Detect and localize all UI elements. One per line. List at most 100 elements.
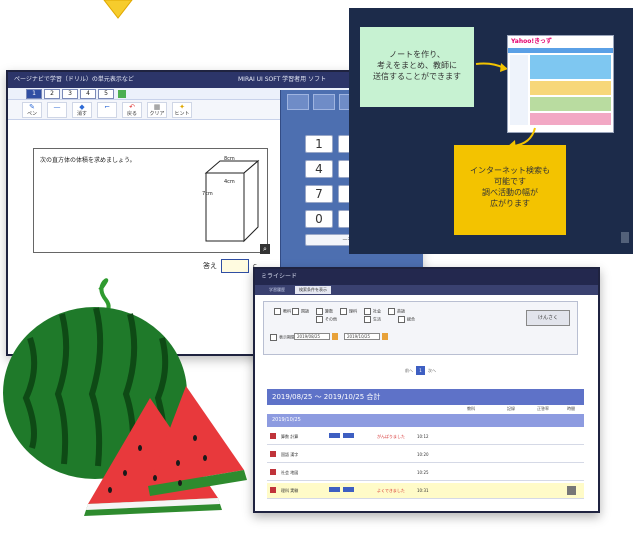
dim-width: 4cm <box>224 179 235 185</box>
site-sidebar <box>510 55 528 125</box>
right-arrow-icon <box>475 62 508 72</box>
row-note: がんばりました <box>377 434 405 439</box>
summary-title: 2019/08/25 ～ 2019/10/25 合計 <box>272 393 381 401</box>
calendar-icon[interactable] <box>382 333 388 340</box>
site-block-2 <box>530 97 611 111</box>
question-text: 次の直方体の体積を求めましょう。 <box>40 157 136 164</box>
key-1[interactable]: 1 <box>305 135 333 153</box>
search-button[interactable]: けんさく <box>526 310 570 326</box>
pager-prev[interactable]: 前へ <box>405 368 413 374</box>
note-line-2: 考えをまとめ、教師に <box>377 61 457 70</box>
row-label: 国語 漢字 <box>281 452 299 457</box>
filter-panel: 教科 国語 算数 理科 社会 英語 その他 生活 総合 けんさく 表示期間 20… <box>263 301 578 355</box>
pencil-icon: ✎ <box>29 102 35 111</box>
tab-2[interactable]: 2 <box>44 88 60 99</box>
tab-search-conditions[interactable]: 検索条件を表示 <box>295 286 331 294</box>
zoom-icon[interactable]: ⌕ <box>260 244 270 254</box>
table-row[interactable]: 算数 計算 がんばりました 10:12 <box>267 429 584 445</box>
key-0[interactable]: 0 <box>305 210 333 228</box>
red-marker-icon <box>270 469 276 475</box>
pager-next[interactable]: 次へ <box>428 368 436 374</box>
red-marker-icon <box>270 487 276 493</box>
browser-screenshot: Yahoo!きっず <box>507 35 614 133</box>
table-row[interactable]: 理科 実験 よくできました 10:31 <box>267 483 584 499</box>
site-block-3 <box>530 113 611 125</box>
inet-line-2: 可能です <box>494 177 526 186</box>
check-seikatsu[interactable]: 生活 <box>364 316 381 323</box>
down-arrow-icon <box>103 0 133 19</box>
tab-3[interactable]: 3 <box>62 88 78 99</box>
cursor-icon: ⌐ <box>104 102 110 111</box>
quiz-title: ページナビで学習（ドリル）の単元表示など <box>14 76 134 83</box>
col-time: 時間 <box>567 406 575 411</box>
answer-input[interactable] <box>221 259 249 273</box>
inet-line-3: 調べ活動の幅が <box>482 188 538 197</box>
question-box: 次の直方体の体積を求めましょう。 7cm 4cm 8cm ⌕ <box>33 148 270 254</box>
undo-button[interactable]: ↶ 戻る <box>122 101 142 118</box>
site-logo: Yahoo!きっず <box>508 36 613 48</box>
calendar-icon[interactable] <box>332 333 338 340</box>
site-banner <box>530 55 611 79</box>
red-marker-icon <box>270 433 276 439</box>
tab-history[interactable]: 学習履歴 <box>265 286 289 294</box>
slide-panel: ノートを作り、 考えをまとめ、教師に 送信することができます Yahoo!きっず… <box>349 8 633 254</box>
col-subject: 教科 <box>467 406 475 411</box>
key-7[interactable]: 7 <box>305 185 333 203</box>
inet-line-1: インターネット検索も <box>470 166 550 175</box>
day-bar: 2019/10/25 <box>267 414 584 427</box>
eraser-tool-button[interactable]: ◆ 消す <box>72 101 92 118</box>
note-line-1: ノートを作り、 <box>389 50 445 59</box>
row-label: 社会 地図 <box>281 470 299 475</box>
tag-badge <box>343 433 354 438</box>
tab-5[interactable]: 5 <box>98 88 114 99</box>
check-rika[interactable]: 理科 <box>340 308 357 315</box>
row-time: 10:25 <box>417 470 429 475</box>
trash-icon[interactable] <box>621 232 629 243</box>
scroll-button[interactable] <box>567 486 576 495</box>
row-label: 算数 計算 <box>281 434 299 439</box>
row-label: 理科 実験 <box>281 488 299 493</box>
key-4[interactable]: 4 <box>305 160 333 178</box>
check-sansu[interactable]: 算数 <box>316 308 333 315</box>
note-line-3: 送信することができます <box>373 72 461 81</box>
history-window: ミライシード 学習履歴 検索条件を表示 教科 国語 算数 理科 社会 英語 その… <box>253 267 600 513</box>
internet-callout: インターネット検索も 可能です 調べ活動の幅が 広がります <box>454 145 566 235</box>
note-callout: ノートを作り、 考えをまとめ、教師に 送信することができます <box>360 27 474 107</box>
line-icon: — <box>53 102 61 111</box>
col-rate: 正答率 <box>537 406 549 411</box>
check-eigo[interactable]: 英語 <box>388 308 405 315</box>
pencil-tool-button[interactable]: ✎ ペン <box>22 101 42 118</box>
site-block-1 <box>530 81 611 95</box>
clear-icon: ▦ <box>153 102 161 111</box>
table-row[interactable]: 社会 地図 10:25 <box>267 465 584 481</box>
check-shakai[interactable]: 社会 <box>364 308 381 315</box>
line-tool-button[interactable]: — <box>47 101 67 118</box>
history-titlebar: ミライシード <box>255 269 598 285</box>
check-sogo[interactable]: 総合 <box>398 316 415 323</box>
tag-badge <box>329 433 340 438</box>
cursor-tool-button[interactable]: ⌐ <box>97 101 117 118</box>
date-from-input[interactable]: 2019/08/25 <box>294 333 330 340</box>
table-row[interactable]: 国語 漢字 10:20 <box>267 447 584 463</box>
red-marker-icon <box>270 451 276 457</box>
row-time: 10:20 <box>417 452 429 457</box>
row-time: 10:12 <box>417 434 429 439</box>
summary-bar: 2019/08/25 ～ 2019/10/25 合計 <box>267 389 584 405</box>
clear-button[interactable]: ▦ クリア <box>147 101 167 118</box>
tag-badge <box>329 487 340 492</box>
tab-1[interactable]: 1 <box>26 88 42 99</box>
tab-4[interactable]: 4 <box>80 88 96 99</box>
hint-icon: ✦ <box>179 102 185 111</box>
hint-button[interactable]: ✦ ヒント <box>172 101 192 118</box>
row-time: 10:31 <box>417 488 429 493</box>
inet-line-4: 広がります <box>490 199 530 208</box>
check-other[interactable]: その他 <box>316 316 337 323</box>
check-kokugo[interactable]: 国語 <box>292 308 309 315</box>
col-record: 記録 <box>507 406 515 411</box>
keypad-tab-2[interactable] <box>313 94 335 110</box>
dim-depth: 8cm <box>224 156 235 162</box>
date-to-input[interactable]: 2019/10/25 <box>344 333 380 340</box>
check-icon <box>118 89 126 98</box>
keypad-tab-1[interactable] <box>287 94 309 110</box>
pager-current[interactable]: 1 <box>416 366 425 375</box>
